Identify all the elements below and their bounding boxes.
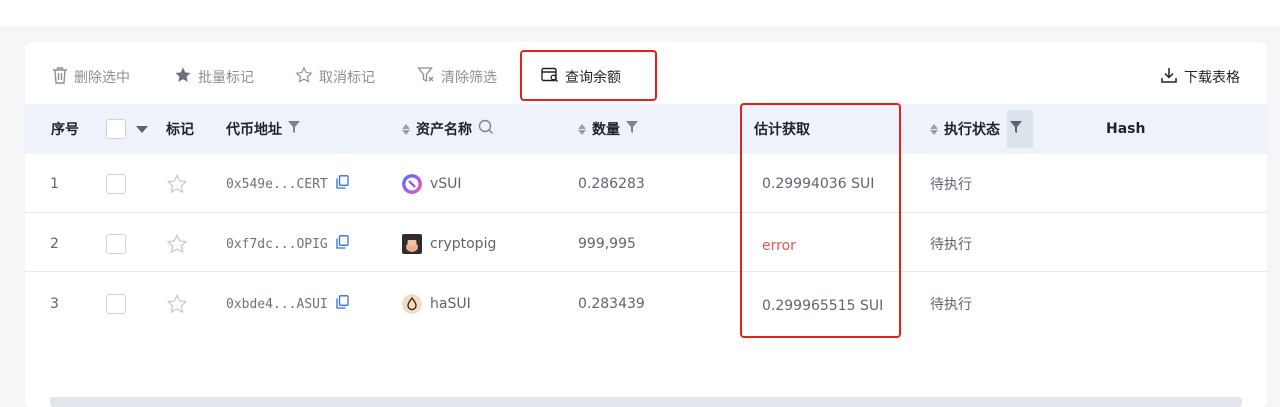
star-outline-icon[interactable] <box>166 214 188 274</box>
table-row: 3 0xbde4...ASUI haSUI 0.283439 0.2999655… <box>25 274 1267 334</box>
row-checkbox[interactable] <box>106 294 126 314</box>
filter-icon[interactable] <box>1010 121 1022 137</box>
col-quantity[interactable]: 数量 <box>578 104 638 154</box>
star-filled-icon <box>174 66 192 88</box>
row-checkbox[interactable] <box>106 174 126 194</box>
row-divider <box>25 271 1267 272</box>
download-icon <box>1160 66 1178 88</box>
row-index: 2 <box>50 236 59 252</box>
asset-name: vSUI <box>430 176 462 192</box>
batch-mark-label: 批量标记 <box>198 70 254 86</box>
copy-icon[interactable] <box>336 175 349 193</box>
download-table-label: 下载表格 <box>1184 70 1240 86</box>
vsui-token-icon <box>402 174 422 194</box>
chevron-down-icon[interactable] <box>136 125 148 133</box>
delete-selected-button[interactable]: 删除选中 <box>52 66 130 88</box>
col-mark: 标记 <box>166 122 194 138</box>
unmark-button[interactable]: 取消标记 <box>295 66 375 88</box>
asset-name: haSUI <box>430 296 471 312</box>
token-address: 0xf7dc...OPIG <box>226 236 328 252</box>
quantity-value: 0.286283 <box>578 176 645 192</box>
unmark-label: 取消标记 <box>319 70 375 86</box>
estimated-column-highlight <box>740 103 901 338</box>
top-strip <box>0 0 1280 26</box>
copy-icon[interactable] <box>336 295 349 313</box>
download-table-button[interactable]: 下载表格 <box>1160 66 1240 88</box>
star-outline-icon[interactable] <box>166 274 188 334</box>
sort-icon[interactable] <box>578 123 586 135</box>
asset-name: cryptopig <box>430 236 497 252</box>
clear-filter-icon <box>417 66 435 88</box>
col-exec-status[interactable]: 执行状态 <box>930 104 1022 154</box>
cryptopig-token-icon <box>402 234 422 254</box>
table-header: 序号 标记 代币地址 资产名称 数量 估计获取 执行状态 Hash <box>25 104 1267 154</box>
quantity-value: 0.283439 <box>578 296 645 312</box>
sort-icon[interactable] <box>402 123 410 135</box>
horizontal-scrollbar[interactable] <box>50 397 1242 407</box>
token-address: 0x549e...CERT <box>226 176 328 192</box>
status-value: 待执行 <box>930 177 972 193</box>
filter-icon[interactable] <box>288 121 300 137</box>
row-index: 1 <box>50 176 59 192</box>
col-index: 序号 <box>51 122 79 138</box>
query-balance-highlight <box>520 50 657 101</box>
quantity-value: 999,995 <box>578 236 636 252</box>
star-outline-icon[interactable] <box>166 154 188 214</box>
delete-selected-label: 删除选中 <box>74 70 130 86</box>
row-divider <box>25 212 1267 213</box>
select-all-control[interactable] <box>106 104 148 154</box>
col-asset-name[interactable]: 资产名称 <box>402 104 494 154</box>
token-address: 0xbde4...ASUI <box>226 296 328 312</box>
search-icon[interactable] <box>478 119 494 139</box>
select-all-checkbox[interactable] <box>106 119 126 139</box>
table-row: 1 0x549e...CERT vSUI 0.286283 0.29994036… <box>25 154 1267 214</box>
col-token-address[interactable]: 代币地址 <box>226 104 300 154</box>
trash-icon <box>52 66 68 88</box>
table-row: 2 0xf7dc...OPIG cryptopig 999,995 error … <box>25 214 1267 274</box>
sort-icon[interactable] <box>930 123 938 135</box>
star-outline-icon <box>295 66 313 88</box>
row-checkbox[interactable] <box>106 234 126 254</box>
clear-filter-label: 清除筛选 <box>441 70 497 86</box>
clear-filter-button[interactable]: 清除筛选 <box>417 66 497 88</box>
row-index: 3 <box>50 296 59 312</box>
copy-icon[interactable] <box>336 235 349 253</box>
filter-icon[interactable] <box>626 121 638 137</box>
hasui-token-icon <box>402 294 422 314</box>
batch-mark-button[interactable]: 批量标记 <box>174 66 254 88</box>
status-value: 待执行 <box>930 297 972 313</box>
status-value: 待执行 <box>930 237 972 253</box>
col-hash: Hash <box>1106 121 1146 137</box>
